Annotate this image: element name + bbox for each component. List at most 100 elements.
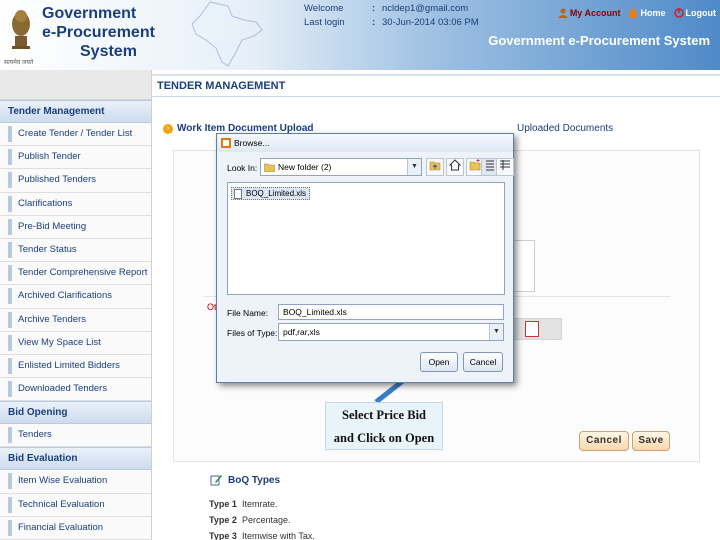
boq-type-label: Type 3 xyxy=(209,531,237,540)
arrow-right-icon: › xyxy=(163,124,173,134)
file-type-dropdown[interactable]: pdf,rar,xls ▼ xyxy=(278,323,504,341)
home-icon xyxy=(628,8,639,18)
chevron-down-icon[interactable]: ▼ xyxy=(407,159,421,175)
brand-line-1: Government xyxy=(42,5,137,22)
look-in-label: Look In: xyxy=(227,163,258,173)
up-folder-button[interactable] xyxy=(426,158,444,176)
emblem-caption: सत्यमेव जयते xyxy=(4,60,34,66)
sidebar-item-tender-status[interactable]: Tender Status xyxy=(0,238,151,263)
national-emblem-icon xyxy=(12,10,30,49)
home-folder-button[interactable] xyxy=(446,158,464,176)
last-login-value: 30-Jun-2014 03:06 PM xyxy=(382,17,479,28)
brand-logo-text: Government e-Procurement System xyxy=(42,4,155,61)
file-type-label: Files of Type: xyxy=(227,328,278,338)
page-title: TENDER MANAGEMENT xyxy=(157,80,286,92)
details-view-button[interactable] xyxy=(496,158,514,176)
brand-line-2: e-Procurement xyxy=(42,24,155,41)
sidebar-item-technical-evaluation[interactable]: Technical Evaluation xyxy=(0,493,151,517)
chevron-down-icon[interactable]: ▼ xyxy=(489,324,503,340)
sidebar-item-published-tenders[interactable]: Published Tenders xyxy=(0,169,151,193)
file-type-value: pdf,rar,xls xyxy=(283,327,320,337)
boq-types-list: Type 1 Itemrate. Type 2 Percentage. Type 3… xyxy=(209,496,315,540)
brand-line-3: System xyxy=(80,43,137,60)
sidebar-item-item-wise-evaluation[interactable]: Item Wise Evaluation xyxy=(0,470,151,494)
sidebar-item-tenders[interactable]: Tenders xyxy=(0,424,151,448)
sidebar-section-bid-evaluation[interactable]: Bid Evaluation xyxy=(0,447,151,471)
list-item[interactable]: BOQ_Limited.xls xyxy=(231,187,311,200)
edit-icon xyxy=(210,475,222,486)
system-title: Government e-Procurement System xyxy=(488,33,710,48)
sidebar-item-archived-clarifications[interactable]: Archived Clarifications xyxy=(0,285,151,309)
sidebar-section-bid-opening[interactable]: Bid Opening xyxy=(0,401,151,425)
new-folder-icon xyxy=(469,159,481,171)
dialog-title: Browse... xyxy=(234,138,270,148)
boq-type-label: Type 1 xyxy=(209,499,237,509)
callout-line-2: and Click on Open xyxy=(333,431,435,445)
app-header: सत्यमेव जयते Government e-Procurement Sy… xyxy=(0,0,720,70)
page-title-divider xyxy=(152,96,720,97)
file-name-field[interactable]: BOQ_Limited.xls xyxy=(278,304,504,320)
sidebar-item-tender-comprehensive-report[interactable]: Tender Comprehensive Report xyxy=(0,262,151,286)
file-name-label: File Name: xyxy=(227,308,269,318)
separator: : xyxy=(372,17,376,28)
top-links: My Account Home Logout xyxy=(557,8,717,18)
browse-dialog: Browse... Look In: New folder (2) ▼ BOQ_… xyxy=(216,133,514,383)
document-icon[interactable] xyxy=(525,321,539,337)
breadcrumb-uploaded-documents[interactable]: Uploaded Documents xyxy=(517,123,613,134)
sidebar-item-view-my-space-list[interactable]: View My Space List xyxy=(0,331,151,355)
welcome-value: ncldep1@gmail.com xyxy=(382,3,469,14)
sidebar-item-downloaded-tenders[interactable]: Downloaded Tenders xyxy=(0,378,151,402)
logout-icon xyxy=(673,8,684,18)
my-account-link[interactable]: My Account xyxy=(557,8,621,18)
dialog-titlebar[interactable]: Browse... xyxy=(217,134,513,152)
user-info: Welcome : ncldep1@gmail.com Last login :… xyxy=(304,2,479,30)
list-item: Type 2 Percentage. xyxy=(209,512,315,528)
logout-label: Logout xyxy=(685,8,717,18)
sidebar: Tender Management Create Tender / Tender… xyxy=(0,70,152,540)
welcome-label: Welcome xyxy=(304,3,344,14)
cancel-button[interactable]: Cancel xyxy=(579,431,629,451)
java-icon xyxy=(221,138,231,148)
list-item: Type 3 Itemwise with Tax. xyxy=(209,528,315,540)
main-top-line xyxy=(152,74,720,76)
callout-line-1: Select Price Bid xyxy=(342,408,426,422)
india-map-icon xyxy=(191,1,263,67)
list-view-icon xyxy=(486,160,494,171)
sidebar-top-band xyxy=(0,70,151,100)
dialog-cancel-button[interactable]: Cancel xyxy=(463,352,503,372)
boq-type-label: Type 2 xyxy=(209,515,237,525)
look-in-value: New folder (2) xyxy=(278,162,332,172)
save-button[interactable]: Save xyxy=(632,431,670,451)
open-button[interactable]: Open xyxy=(420,352,458,372)
boq-type-desc: Itemwise with Tax. xyxy=(242,531,315,540)
home-link[interactable]: Home xyxy=(628,8,666,18)
boq-types-title: BoQ Types xyxy=(228,475,281,486)
list-item: Type 1 Itemrate. xyxy=(209,496,315,512)
file-name: BOQ_Limited.xls xyxy=(246,189,307,198)
home-label: Home xyxy=(640,8,666,18)
last-login-label: Last login xyxy=(304,17,345,28)
separator: : xyxy=(372,3,376,14)
file-list[interactable]: BOQ_Limited.xls xyxy=(227,182,505,295)
boq-type-desc: Itemrate. xyxy=(242,499,278,509)
sidebar-item-pre-bid-meeting[interactable]: Pre-Bid Meeting xyxy=(0,215,151,239)
user-icon xyxy=(557,8,568,18)
sidebar-item-archive-tenders[interactable]: Archive Tenders xyxy=(0,308,151,332)
details-view-icon xyxy=(500,160,510,170)
look-in-dropdown[interactable]: New folder (2) ▼ xyxy=(260,158,422,176)
sidebar-item-publish-tender[interactable]: Publish Tender xyxy=(0,146,151,170)
sidebar-section-tender-management[interactable]: Tender Management xyxy=(0,100,151,123)
boq-type-desc: Percentage. xyxy=(242,515,291,525)
description-textarea[interactable] xyxy=(515,240,535,292)
file-icon xyxy=(234,189,242,199)
logout-link[interactable]: Logout xyxy=(673,8,717,18)
my-account-label: My Account xyxy=(569,8,621,18)
instruction-callout: Select Price Bid and Click on Open xyxy=(325,402,443,450)
home-icon xyxy=(448,159,462,171)
up-folder-icon xyxy=(429,161,441,171)
sidebar-item-clarifications[interactable]: Clarifications xyxy=(0,192,151,216)
sidebar-item-financial-evaluation[interactable]: Financial Evaluation xyxy=(0,516,151,540)
folder-icon xyxy=(264,163,275,172)
sidebar-item-enlisted-limited-bidders[interactable]: Enlisted Limited Bidders xyxy=(0,354,151,379)
sidebar-item-create-tender[interactable]: Create Tender / Tender List xyxy=(0,123,151,147)
